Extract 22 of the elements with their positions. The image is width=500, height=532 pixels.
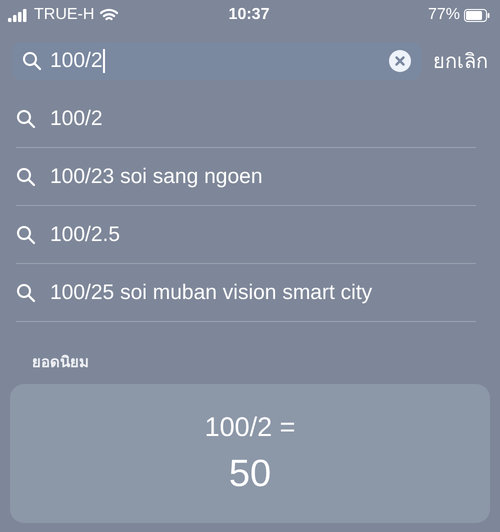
- suggestion-item[interactable]: 100/23 soi sang ngoen: [50, 164, 263, 188]
- battery-percent: 77%: [428, 6, 460, 24]
- calculator-card[interactable]: 100/2 = 50: [10, 384, 490, 523]
- suggestion-item[interactable]: 100/25 soi muban vision smart city: [50, 280, 372, 304]
- result-text: 50: [228, 452, 272, 496]
- cancel-button[interactable]: ยกเลิก: [433, 45, 488, 77]
- signal-icon: [8, 8, 28, 22]
- expression-text: 100/2 =: [204, 412, 296, 442]
- suggestion-item[interactable]: 100/2: [50, 106, 103, 130]
- search-field[interactable]: 100/2: [12, 42, 421, 80]
- status-time: 10:37: [228, 6, 270, 24]
- section-heading: ยอดนิยม: [31, 353, 90, 373]
- clear-icon[interactable]: [389, 50, 411, 72]
- wifi-icon: [100, 8, 118, 22]
- search-icon: [16, 282, 36, 302]
- search-icon: [16, 166, 36, 186]
- search-icon: [16, 224, 36, 244]
- carrier-name: TRUE-H: [34, 6, 94, 24]
- search-icon: [16, 108, 36, 128]
- suggestion-item[interactable]: 100/2.5: [50, 222, 120, 246]
- search-icon: [22, 51, 42, 71]
- battery-icon: [464, 8, 490, 22]
